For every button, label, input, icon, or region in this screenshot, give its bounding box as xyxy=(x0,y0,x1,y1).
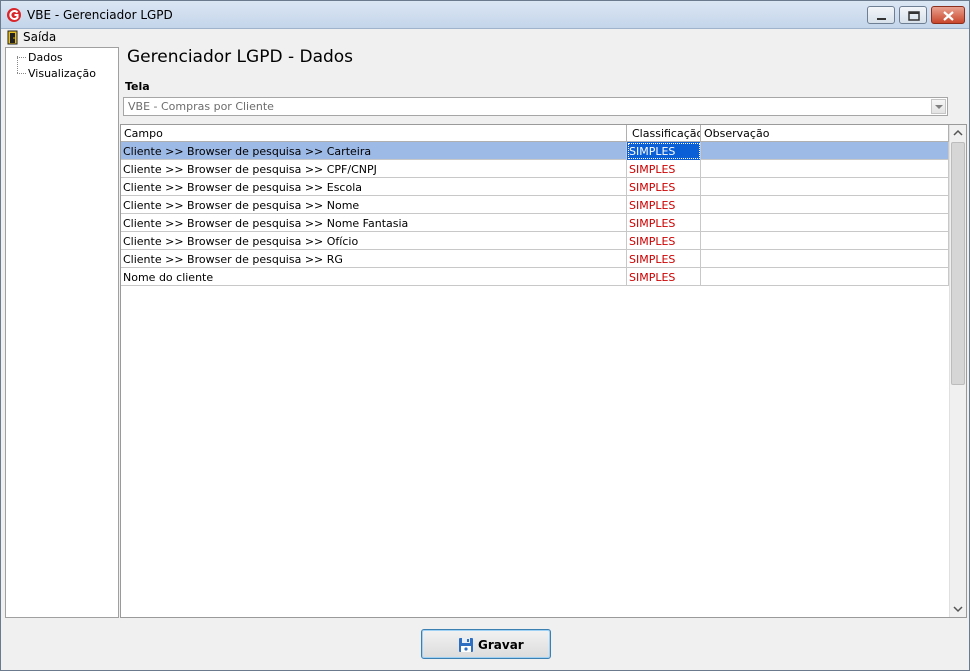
cell-campo[interactable]: Nome do cliente xyxy=(121,268,627,286)
table-row[interactable]: Cliente >> Browser de pesquisa >> Nome S… xyxy=(121,196,949,214)
vbe-logo-icon xyxy=(7,8,21,22)
window-title: VBE - Gerenciador LGPD xyxy=(27,8,173,22)
tree-item-visualizacao[interactable]: Visualização xyxy=(28,67,96,80)
cell-classificacao[interactable]: SIMPLES xyxy=(627,250,701,268)
scrollbar-thumb[interactable] xyxy=(951,142,965,385)
table-row[interactable]: Cliente >> Browser de pesquisa >> Cartei… xyxy=(121,142,949,160)
minimize-icon xyxy=(877,18,886,20)
cell-campo[interactable]: Cliente >> Browser de pesquisa >> Cartei… xyxy=(121,142,627,160)
cell-observacao[interactable] xyxy=(701,142,949,160)
cell-observacao[interactable] xyxy=(701,268,949,286)
dropdown-button[interactable] xyxy=(931,99,946,114)
app-window: VBE - Gerenciador LGPD Saída Dados Visua… xyxy=(0,0,970,671)
cell-observacao[interactable] xyxy=(701,232,949,250)
cell-classificacao[interactable]: SIMPLES xyxy=(627,268,701,286)
grid-header: Campo Classificação Observação xyxy=(121,125,949,142)
tree-connector xyxy=(17,57,26,58)
cell-campo[interactable]: Cliente >> Browser de pesquisa >> Escola xyxy=(121,178,627,196)
chevron-down-icon xyxy=(935,105,943,109)
cell-campo[interactable]: Cliente >> Browser de pesquisa >> CPF/CN… xyxy=(121,160,627,178)
tela-dropdown-value: VBE - Compras por Cliente xyxy=(128,100,274,113)
cell-observacao[interactable] xyxy=(701,250,949,268)
page-title: Gerenciador LGPD - Dados xyxy=(127,47,354,67)
scroll-up-icon xyxy=(953,129,963,136)
scroll-down-button[interactable] xyxy=(950,600,966,617)
cell-classificacao[interactable]: SIMPLES xyxy=(627,232,701,250)
menu-item-label: Saída xyxy=(23,30,57,44)
table-row[interactable]: Cliente >> Browser de pesquisa >> Ofício… xyxy=(121,232,949,250)
cell-campo[interactable]: Cliente >> Browser de pesquisa >> RG xyxy=(121,250,627,268)
save-button[interactable]: Gravar xyxy=(421,629,551,659)
scroll-up-button[interactable] xyxy=(950,125,966,142)
close-icon xyxy=(943,11,954,21)
cell-classificacao[interactable]: SIMPLES xyxy=(627,214,701,232)
title-bar[interactable]: VBE - Gerenciador LGPD xyxy=(1,1,969,29)
tree-item-dados[interactable]: Dados xyxy=(28,51,63,64)
cell-classificacao[interactable]: SIMPLES xyxy=(627,196,701,214)
cell-classificacao[interactable]: SIMPLES xyxy=(627,160,701,178)
tela-dropdown[interactable]: VBE - Compras por Cliente xyxy=(123,97,948,116)
scroll-down-icon xyxy=(953,606,963,613)
column-header-campo[interactable]: Campo xyxy=(121,125,627,142)
tree-connector xyxy=(17,56,18,73)
cell-observacao[interactable] xyxy=(701,214,949,232)
cell-observacao[interactable] xyxy=(701,196,949,214)
table-row[interactable]: Cliente >> Browser de pesquisa >> Escola… xyxy=(121,178,949,196)
cell-classificacao[interactable]: SIMPLES xyxy=(627,178,701,196)
table-row[interactable]: Nome do cliente SIMPLES xyxy=(121,268,949,286)
table-row[interactable]: Cliente >> Browser de pesquisa >> Nome F… xyxy=(121,214,949,232)
cell-campo[interactable]: Cliente >> Browser de pesquisa >> Ofício xyxy=(121,232,627,250)
fields-grid: Campo Classificação Observação Cliente >… xyxy=(120,124,967,618)
column-header-observacao[interactable]: Observação xyxy=(701,125,949,142)
maximize-button[interactable] xyxy=(899,6,927,24)
navigation-tree: Dados Visualização xyxy=(5,47,119,618)
cell-campo[interactable]: Cliente >> Browser de pesquisa >> Nome F… xyxy=(121,214,627,232)
menu-bar: Saída xyxy=(1,29,969,46)
vertical-scrollbar[interactable] xyxy=(949,125,966,617)
table-row[interactable]: Cliente >> Browser de pesquisa >> CPF/CN… xyxy=(121,160,949,178)
cell-classificacao[interactable]: SIMPLES xyxy=(627,142,701,160)
maximize-icon xyxy=(908,11,920,21)
cell-observacao[interactable] xyxy=(701,160,949,178)
close-button[interactable] xyxy=(931,6,965,24)
exit-door-icon xyxy=(7,30,18,45)
menu-item-saida[interactable]: Saída xyxy=(5,30,56,45)
tela-label: Tela xyxy=(125,80,150,93)
save-button-label: Gravar xyxy=(478,638,524,652)
cell-campo[interactable]: Cliente >> Browser de pesquisa >> Nome xyxy=(121,196,627,214)
minimize-button[interactable] xyxy=(867,6,895,24)
column-header-classificacao[interactable]: Classificação xyxy=(627,125,701,142)
tree-connector xyxy=(17,73,26,74)
table-row[interactable]: Cliente >> Browser de pesquisa >> RG SIM… xyxy=(121,250,949,268)
floppy-disk-icon xyxy=(459,638,473,652)
cell-observacao[interactable] xyxy=(701,178,949,196)
